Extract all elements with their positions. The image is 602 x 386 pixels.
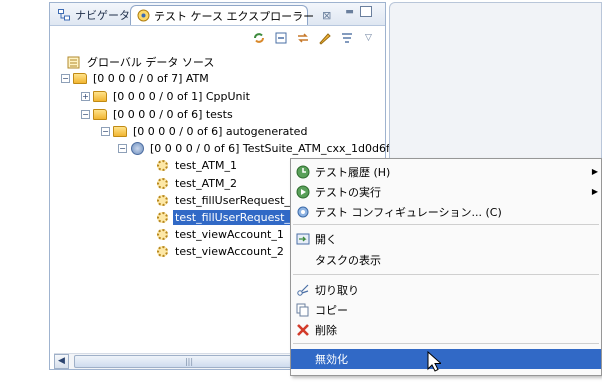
collapse-toggle-icon[interactable]: −: [101, 126, 110, 136]
navigator-icon: [58, 8, 71, 22]
test-case-icon: [154, 193, 170, 207]
menu-item-label: コピー: [315, 304, 348, 317]
tree-item-label: test_fillUserRequest_1: [175, 193, 297, 207]
menu-item-test-history[interactable]: テスト履歴 (H) ▶: [291, 162, 601, 182]
menu-item-cut[interactable]: 切り取り: [291, 280, 601, 300]
menu-separator: [293, 274, 599, 275]
context-menu: テスト履歴 (H) ▶ テストの実行 ▶ テスト コンフィギュレーション... …: [290, 158, 602, 376]
test-case-icon: [154, 210, 170, 224]
run-tests-icon: [295, 184, 311, 200]
tree-item-label: test_ATM_2: [175, 176, 238, 190]
refresh-icon[interactable]: [250, 30, 267, 47]
delete-icon: [295, 322, 311, 338]
tab-navigator[interactable]: ナビゲーター: [52, 5, 141, 25]
collapse-toggle-icon[interactable]: −: [61, 73, 70, 83]
menu-item-label: 開く: [315, 233, 337, 246]
menu-item-open[interactable]: 開く: [291, 229, 601, 249]
scroll-left-icon[interactable]: ◀: [54, 354, 69, 369]
submenu-arrow-icon: ▶: [591, 187, 598, 196]
tab-test-case-explorer[interactable]: テスト ケース エクスプローラー ⊠: [130, 5, 331, 25]
collapse-all-icon[interactable]: [272, 30, 289, 47]
collapse-toggle-icon[interactable]: −: [118, 143, 127, 153]
tree-item-test-case[interactable]: test_ATM_2: [154, 175, 239, 191]
tree-item-global-data-source[interactable]: グローバル データ ソース: [66, 54, 216, 70]
view-toolbar: ▽: [250, 28, 382, 48]
project-folder-icon: [72, 71, 88, 85]
tree-item-atm[interactable]: − [0 0 0 0 / 0 of 7] ATM: [61, 70, 211, 86]
tree-item-label: [0 0 0 0 / 0 of 1] CppUnit: [113, 89, 250, 103]
history-icon: [295, 164, 311, 180]
menu-separator: [293, 343, 599, 344]
minimize-icon[interactable]: ▬: [344, 8, 355, 17]
tree-item-test-case-selected[interactable]: test_fillUserRequest_2: [154, 209, 299, 225]
tree-item-label: test_viewAccount_2: [175, 244, 284, 258]
tree-item-label: [0 0 0 0 / 0 of 6] tests: [113, 107, 233, 121]
menu-item-label: タスクの表示: [315, 254, 381, 267]
tree-item-label: test_ATM_1: [175, 158, 238, 172]
tree-item-test-suite[interactable]: − [0 0 0 0 / 0 of 6] TestSuite_ATM_cxx_1…: [118, 140, 392, 156]
folder-icon: [92, 89, 108, 103]
collapse-toggle-icon[interactable]: −: [81, 109, 90, 119]
menu-separator: [293, 224, 599, 225]
menu-item-disable[interactable]: 無効化: [291, 349, 601, 369]
test-case-icon: [154, 158, 170, 172]
tree-item-label: test_viewAccount_1: [175, 227, 284, 241]
menu-item-run-tests[interactable]: テストの実行 ▶: [291, 182, 601, 202]
tree-item-autogenerated[interactable]: − [0 0 0 0 / 0 of 6] autogenerated: [101, 123, 309, 139]
view-menu-icon[interactable]: ▽: [360, 30, 377, 47]
explorer-icon: [137, 9, 150, 23]
tree-item-test-case[interactable]: test_ATM_1: [154, 157, 239, 173]
menu-item-copy[interactable]: コピー: [291, 300, 601, 320]
test-suite-icon: [129, 141, 145, 155]
expand-toggle-icon[interactable]: +: [81, 91, 90, 101]
menu-item-label: 無効化: [315, 353, 348, 366]
menu-item-label: 切り取り: [315, 284, 359, 297]
tree-item-cppunit[interactable]: + [0 0 0 0 / 0 of 1] CppUnit: [81, 88, 252, 104]
submenu-arrow-icon: ▶: [591, 167, 598, 176]
open-icon: [295, 231, 311, 247]
test-case-icon: [154, 244, 170, 258]
scrollbar-thumb[interactable]: |||: [74, 355, 304, 368]
view-tab-bar: ナビゲーター テスト ケース エクスプローラー ⊠: [50, 3, 385, 26]
scissors-icon: [295, 282, 311, 298]
menu-item-label: テスト履歴 (H): [315, 166, 391, 179]
menu-item-test-configuration[interactable]: テスト コンフィギュレーション... (C): [291, 202, 601, 222]
test-case-icon: [154, 227, 170, 241]
tree-item-label: [0 0 0 0 / 0 of 6] autogenerated: [133, 124, 308, 138]
tree-item-test-case[interactable]: test_fillUserRequest_1: [154, 192, 299, 208]
tree-item-test-case[interactable]: test_viewAccount_2: [154, 243, 286, 259]
menu-item-label: テスト コンフィギュレーション... (C): [315, 206, 502, 219]
menu-item-label: テストの実行: [315, 186, 381, 199]
maximize-icon[interactable]: [360, 6, 372, 17]
tree-item-label: グローバル データ ソース: [87, 56, 215, 69]
tree-item-test-case[interactable]: test_viewAccount_1: [154, 226, 286, 242]
link-with-editor-icon[interactable]: [294, 30, 311, 47]
menu-item-label: 削除: [315, 324, 337, 337]
tree-item-label: [0 0 0 0 / 0 of 7] ATM: [93, 71, 209, 85]
tree-item-tests[interactable]: − [0 0 0 0 / 0 of 6] tests: [81, 106, 235, 122]
tree-item-label: [0 0 0 0 / 0 of 6] TestSuite_ATM_cxx_1d0…: [150, 141, 390, 155]
run-icon[interactable]: [316, 30, 333, 47]
folder-icon: [92, 107, 108, 121]
mouse-pointer-icon: [427, 350, 443, 376]
test-case-icon: [154, 176, 170, 190]
data-source-icon: [66, 55, 82, 69]
copy-icon: [295, 302, 311, 318]
filter-icon[interactable]: [338, 30, 355, 47]
horizontal-scrollbar[interactable]: ◀ |||: [54, 353, 304, 369]
folder-icon: [112, 124, 128, 138]
menu-item-show-tasks[interactable]: タスクの表示: [291, 250, 601, 270]
configuration-icon: [295, 204, 311, 220]
tab-test-case-explorer-label: テスト ケース エクスプローラー: [154, 9, 315, 23]
tree-item-label: test_fillUserRequest_2: [173, 209, 299, 225]
menu-item-delete[interactable]: 削除: [291, 320, 601, 340]
tab-close-icon[interactable]: ⊠: [322, 9, 331, 22]
